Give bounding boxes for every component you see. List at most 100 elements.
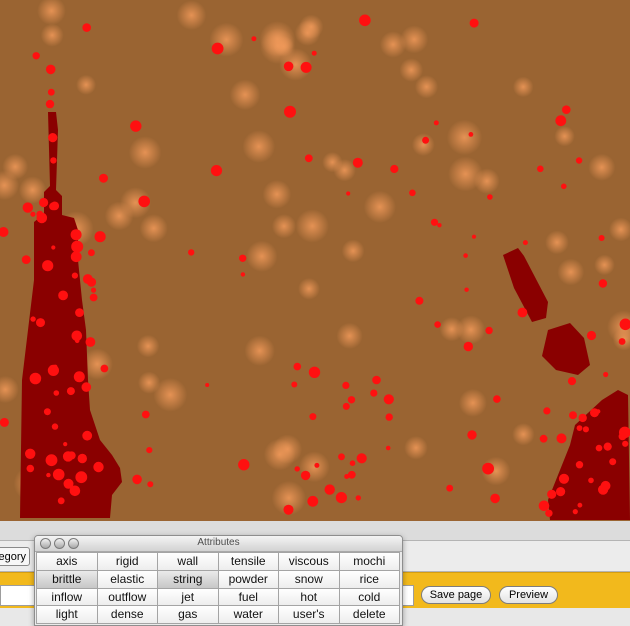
red-particle (283, 504, 294, 515)
attribute-button-tensile[interactable]: tensile (217, 552, 279, 571)
red-particle (132, 474, 142, 485)
attribute-button-dense[interactable]: dense (96, 605, 158, 624)
simulation-canvas[interactable] (0, 0, 630, 521)
glow-particle (594, 254, 615, 276)
red-particle (309, 413, 317, 421)
red-particle (355, 495, 361, 501)
red-particle (372, 375, 381, 385)
attribute-button-viscous[interactable]: viscous (278, 552, 340, 571)
red-particle (575, 461, 584, 469)
red-particle (63, 478, 74, 489)
red-particle (595, 444, 603, 452)
red-particle (30, 316, 36, 322)
red-particle (45, 454, 58, 467)
attribute-button-users[interactable]: user's (278, 605, 340, 624)
red-particle (293, 362, 302, 371)
red-particle (89, 293, 98, 302)
red-particle (30, 211, 36, 217)
red-particle (569, 411, 577, 420)
red-particle (347, 396, 356, 404)
red-particle (45, 99, 55, 109)
red-particle (582, 426, 590, 433)
category-tab[interactable]: egory (0, 547, 30, 566)
glow-particle (588, 153, 616, 181)
red-particle (433, 120, 439, 126)
red-particle (555, 115, 567, 127)
attribute-button-string[interactable]: string (157, 569, 219, 589)
attribute-button-rice[interactable]: rice (338, 569, 400, 589)
red-particle (81, 382, 92, 392)
attribute-button-inflow[interactable]: inflow (36, 587, 98, 607)
red-particle (338, 453, 345, 461)
red-particle (251, 36, 257, 42)
red-particle (598, 235, 605, 241)
red-particle (346, 191, 351, 196)
red-particle (52, 468, 65, 481)
glow-particle (262, 180, 292, 209)
red-particle (314, 462, 320, 468)
attribute-button-delete[interactable]: delete (338, 605, 400, 624)
attribute-button-powder[interactable]: powder (217, 569, 279, 589)
red-particle (485, 326, 493, 335)
red-particle (32, 52, 40, 60)
attribute-button-light[interactable]: light (36, 605, 98, 624)
attribute-button-brittle[interactable]: brittle (36, 569, 98, 589)
red-particle (36, 210, 44, 218)
red-particle (146, 447, 153, 454)
red-particle (74, 338, 80, 344)
red-particle (469, 18, 479, 28)
glow-particle (322, 152, 343, 173)
red-particle (82, 430, 93, 441)
glow-particle (40, 23, 64, 47)
red-particle (603, 442, 612, 451)
attribute-button-snow[interactable]: snow (278, 569, 340, 589)
red-particle (385, 413, 393, 421)
attribute-button-outflow[interactable]: outflow (96, 587, 158, 607)
red-particle (463, 341, 473, 352)
glow-particle (458, 388, 487, 417)
red-particle (66, 387, 75, 396)
red-particle (238, 459, 250, 471)
red-particle (284, 105, 296, 118)
red-particle (409, 189, 416, 197)
attribute-button-jet[interactable]: jet (157, 587, 219, 607)
glow-particle (404, 436, 428, 460)
red-particle (576, 425, 583, 431)
red-particle (304, 154, 313, 163)
red-particle (385, 445, 391, 451)
attribute-button-fuel[interactable]: fuel (217, 587, 279, 607)
attribute-button-cold[interactable]: cold (338, 587, 400, 607)
attribute-button-elastic[interactable]: elastic (96, 569, 158, 589)
glow-particle (259, 21, 296, 57)
attribute-button-mochi[interactable]: mochi (338, 552, 400, 571)
attribute-button-wall[interactable]: wall (157, 552, 219, 571)
attribute-button-axis[interactable]: axis (36, 552, 98, 571)
attribute-button-hot[interactable]: hot (278, 587, 340, 607)
red-particle (90, 287, 97, 293)
glow-particle (271, 214, 297, 239)
attribute-button-rigid[interactable]: rigid (96, 552, 158, 571)
red-particle (603, 371, 609, 378)
red-particle (188, 249, 195, 256)
red-particle (600, 480, 611, 491)
glow-particle (139, 214, 168, 243)
save-page-button[interactable]: Save page (421, 586, 491, 604)
red-particle (561, 183, 567, 190)
attribute-button-gas[interactable]: gas (157, 605, 219, 624)
attribute-button-water[interactable]: water (217, 605, 279, 624)
attributes-titlebar[interactable]: Attributes (35, 536, 402, 552)
red-particle (596, 409, 601, 414)
red-particle (464, 287, 469, 292)
preview-button[interactable]: Preview (499, 586, 558, 604)
red-particle (42, 260, 54, 272)
red-particle (75, 471, 88, 484)
red-particle (77, 453, 88, 464)
red-particle (463, 253, 468, 258)
red-particle (53, 390, 60, 396)
red-particle (482, 462, 494, 475)
red-particle (335, 492, 347, 504)
red-particle (22, 202, 33, 213)
red-particle (62, 451, 74, 462)
red-particle (21, 255, 31, 264)
red-particle (490, 493, 500, 504)
